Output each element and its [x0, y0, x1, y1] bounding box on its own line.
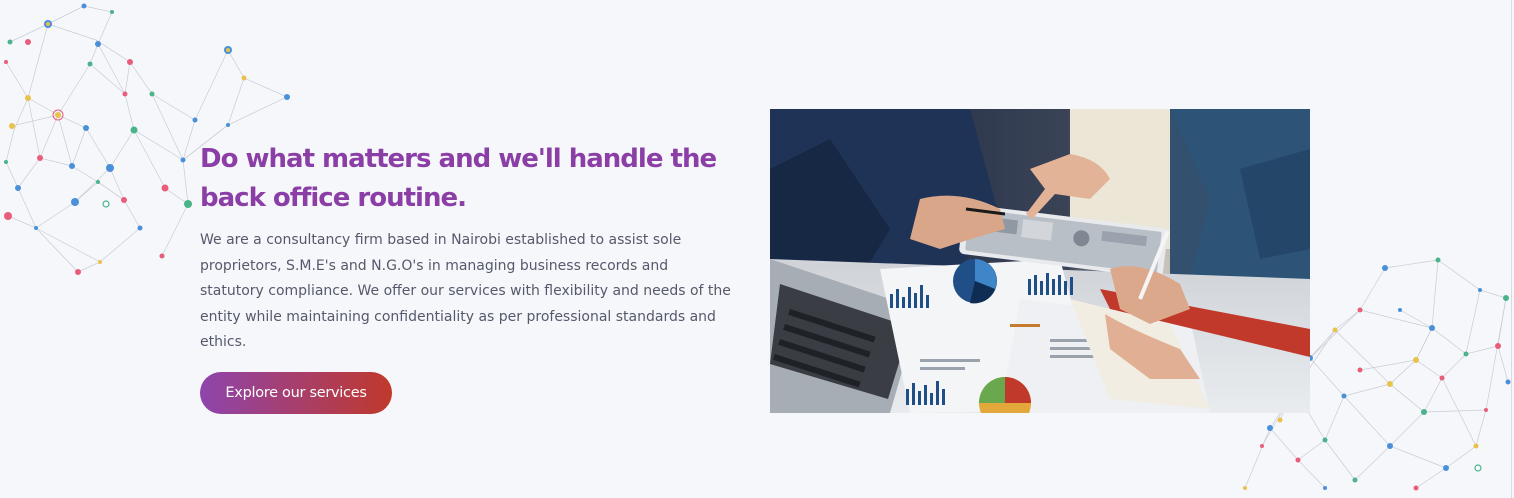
hero-image [770, 109, 1310, 413]
explore-services-button[interactable]: Explore our services [200, 371, 392, 414]
hero-headline: Do what matters and we'll handle the bac… [200, 144, 717, 213]
hero-description: We are a consultancy firm based in Nairo… [200, 232, 731, 350]
hero-text-block: Do what matters and we'll handle the bac… [200, 140, 740, 414]
business-meeting-illustration [770, 109, 1310, 413]
page-edge-divider [1511, 0, 1512, 498]
